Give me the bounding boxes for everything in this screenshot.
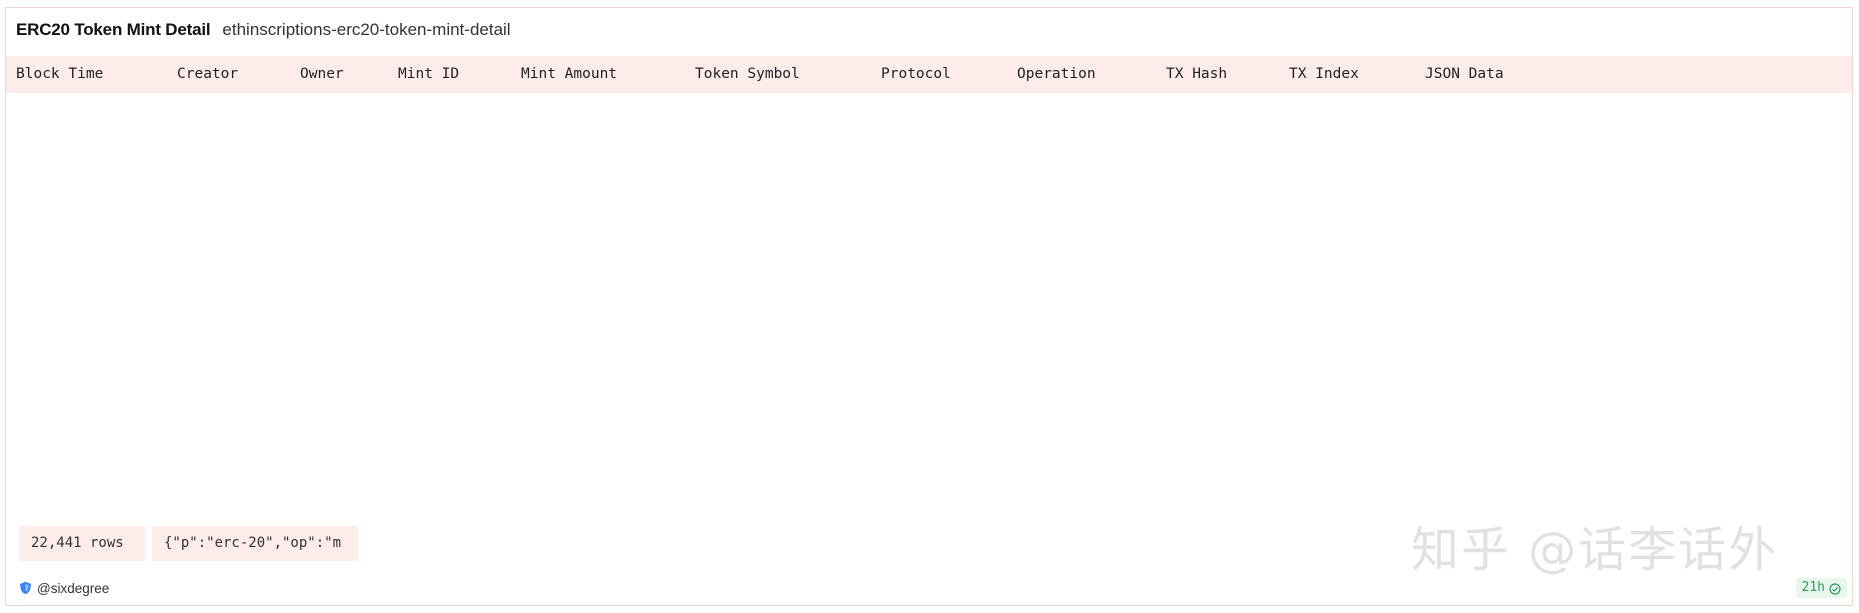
column-header-tx-hash[interactable]: TX Hash xyxy=(1166,56,1227,93)
freshness-badge[interactable]: 21h xyxy=(1795,578,1847,598)
page-title: ERC20 Token Mint Detail xyxy=(16,20,211,39)
column-header-operation[interactable]: Operation xyxy=(1017,56,1096,93)
watermark: 知乎 @话李话外 xyxy=(1411,522,1779,578)
json-data-preview[interactable]: {"p":"erc-20","op":"m xyxy=(152,526,358,561)
check-circle-icon xyxy=(1829,582,1841,595)
row-count: 22,441 rows xyxy=(19,526,145,561)
column-header-mint-id[interactable]: Mint ID xyxy=(398,56,459,93)
column-header-tx-index[interactable]: TX Index xyxy=(1289,56,1359,93)
column-header-block-time[interactable]: Block Time xyxy=(16,56,103,93)
owner-link[interactable]: @sixdegree xyxy=(19,578,109,598)
column-header-mint-amount[interactable]: Mint Amount xyxy=(521,56,617,93)
owner-name: @sixdegree xyxy=(37,580,110,596)
query-slug: ethinscriptions-erc20-token-mint-detail xyxy=(222,20,511,39)
column-header-owner[interactable]: Owner xyxy=(300,56,344,93)
column-header-token-symbol[interactable]: Token Symbol xyxy=(695,56,800,93)
column-header-creator[interactable]: Creator xyxy=(177,56,238,93)
freshness-label: 21h xyxy=(1801,580,1825,595)
column-header-protocol[interactable]: Protocol xyxy=(881,56,951,93)
card-header: ERC20 Token Mint Detail ethinscriptions-… xyxy=(16,20,511,54)
column-header-json-data[interactable]: JSON Data xyxy=(1425,56,1504,93)
query-result-card: ERC20 Token Mint Detail ethinscriptions-… xyxy=(5,7,1853,606)
table-header-row: Block Time Creator Owner Mint ID Mint Am… xyxy=(6,56,1852,93)
shield-icon xyxy=(19,581,32,595)
